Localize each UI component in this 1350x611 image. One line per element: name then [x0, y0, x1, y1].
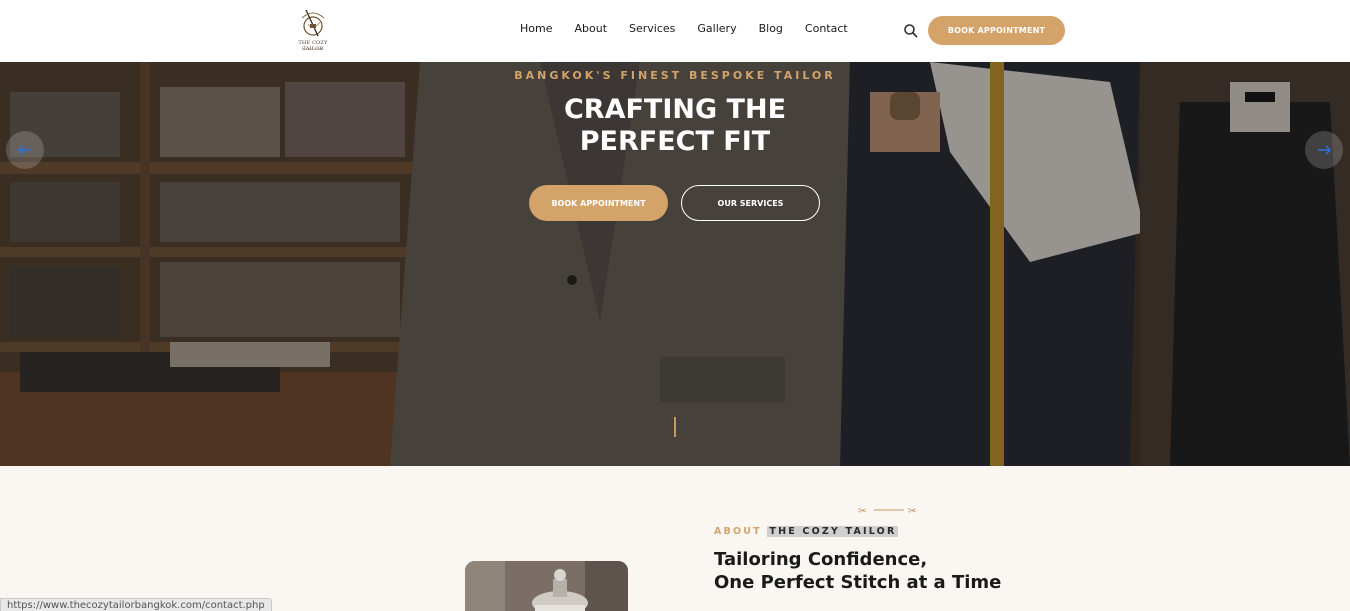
- about-eyebrow: ABOUT THE COZY TAILOR: [714, 526, 899, 537]
- arrow-right-icon: [1318, 145, 1332, 155]
- search-icon[interactable]: [902, 22, 920, 40]
- hero-title: CRAFTING THE PERFECT FIT: [475, 94, 875, 158]
- about-eyebrow-highlight: THE COZY TAILOR: [767, 526, 899, 537]
- scroll-indicator: [674, 417, 676, 437]
- hero-book-appointment-button[interactable]: BOOK APPOINTMENT: [529, 185, 668, 221]
- about-title: Tailoring Confidence, One Perfect Stitch…: [714, 548, 1134, 594]
- nav-link-gallery[interactable]: Gallery: [697, 22, 736, 35]
- needle-thread-icon: [301, 9, 325, 37]
- hero-title-line1: CRAFTING THE: [563, 94, 787, 125]
- hero-slider: BANGKOK'S FINEST BESPOKE TAILOR CRAFTING…: [0, 62, 1350, 466]
- logo-subtext: BANGKOK: [302, 47, 324, 51]
- slider-prev-button[interactable]: [6, 131, 44, 169]
- nav-link-blog[interactable]: Blog: [759, 22, 783, 35]
- nav-link-services[interactable]: Services: [629, 22, 675, 35]
- main-nav: Home About Services Gallery Blog Contact: [520, 22, 870, 35]
- about-title-line2: One Perfect Stitch at a Time: [714, 572, 1002, 593]
- nav-link-contact[interactable]: Contact: [805, 22, 848, 35]
- nav-link-about[interactable]: About: [574, 22, 607, 35]
- arrow-left-icon: [17, 145, 31, 155]
- mannequin-image: [465, 561, 628, 611]
- hero-eyebrow: BANGKOK'S FINEST BESPOKE TAILOR: [514, 69, 836, 82]
- hero-our-services-button[interactable]: OUR SERVICES: [681, 185, 820, 221]
- nav-link-home[interactable]: Home: [520, 22, 552, 35]
- about-section: ✂ ✂ ABOUT THE COZY TAILOR Tailoring Conf…: [0, 466, 1350, 611]
- navbar: THE COZY TAILOR BANGKOK Home About Servi…: [0, 0, 1350, 62]
- about-eyebrow-accent: ABOUT: [714, 526, 762, 537]
- link-hover-status-bar: https://www.thecozytailorbangkok.com/con…: [0, 598, 272, 611]
- brand-logo[interactable]: THE COZY TAILOR BANGKOK: [288, 6, 338, 56]
- scissors-divider-icon: ✂ ✂: [858, 506, 916, 516]
- about-title-line1: Tailoring Confidence,: [714, 549, 928, 570]
- hero-title-line2: PERFECT FIT: [579, 126, 771, 157]
- svg-text:✂: ✂: [908, 506, 916, 516]
- book-appointment-button[interactable]: BOOK APPOINTMENT: [928, 16, 1065, 45]
- about-image: [465, 561, 628, 611]
- svg-text:✂: ✂: [858, 506, 866, 516]
- slider-next-button[interactable]: [1305, 131, 1343, 169]
